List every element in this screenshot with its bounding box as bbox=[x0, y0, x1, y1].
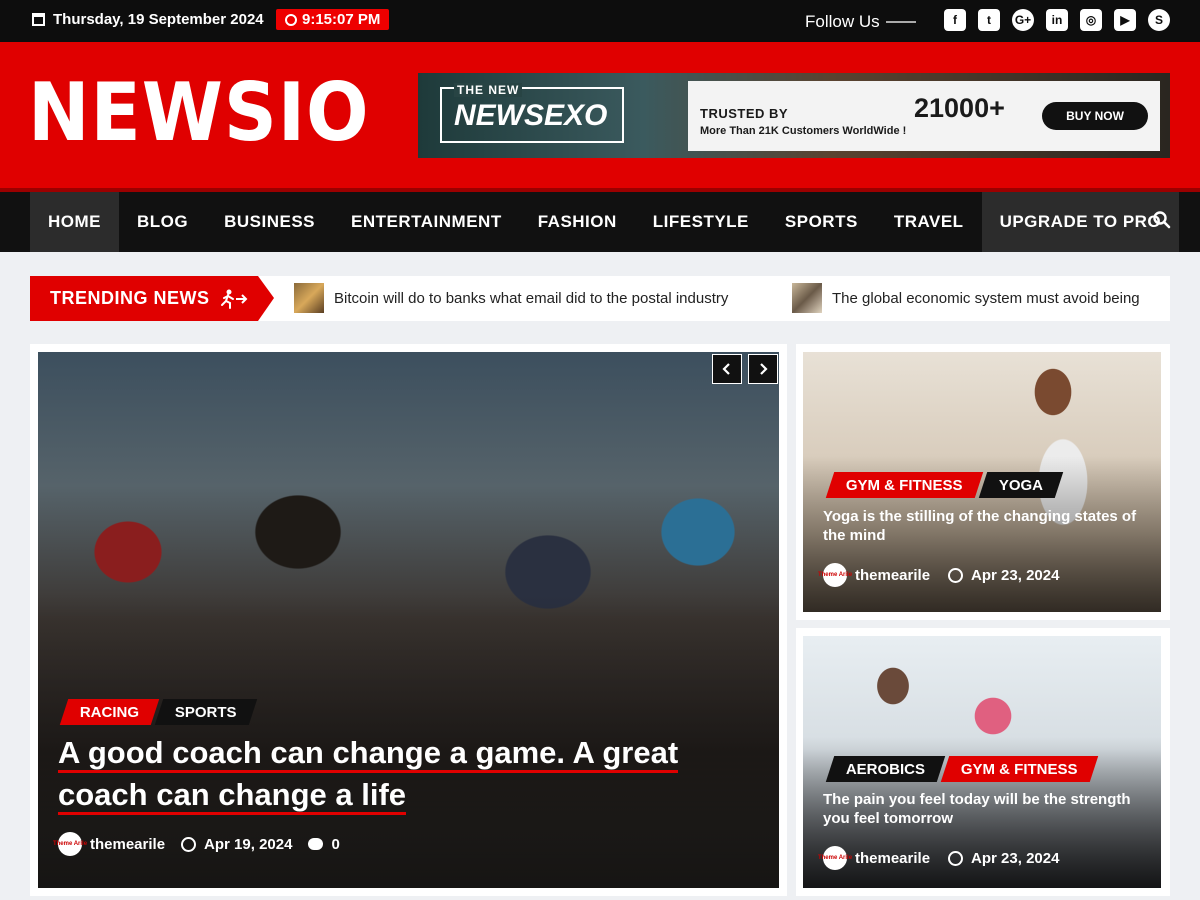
clock-icon bbox=[285, 13, 297, 26]
nav-item-upgrade-to-pro[interactable]: UPGRADE TO PRO bbox=[981, 192, 1180, 252]
trending-label: TRENDING NEWS bbox=[30, 276, 258, 321]
banner-offer-panel: TRUSTED BY More Than 21K Customers World… bbox=[688, 81, 1160, 151]
ad-banner[interactable]: THE NEW NEWSEXO TRUSTED BY More Than 21K… bbox=[418, 73, 1170, 158]
tag-yoga[interactable]: YOGA bbox=[978, 472, 1064, 498]
follow-us-label: Follow Us bbox=[805, 12, 880, 31]
featured-post-meta: Theme Arile themearile Apr 19, 2024 0 bbox=[53, 832, 340, 856]
side-post-tags: AEROBICS GYM & FITNESS bbox=[825, 756, 1099, 782]
youtube-icon[interactable]: ▶ bbox=[1114, 9, 1136, 31]
tag-sports[interactable]: SPORTS bbox=[154, 699, 258, 725]
trending-item-title: The global economic system must avoid be… bbox=[832, 289, 1140, 307]
tag-racing[interactable]: RACING bbox=[59, 699, 160, 725]
trending-item[interactable]: The global economic system must avoid be… bbox=[792, 283, 1140, 313]
avatar: Theme Arile bbox=[818, 563, 852, 587]
slider-prev-button[interactable] bbox=[712, 354, 742, 384]
post-comment-count[interactable]: 0 bbox=[331, 836, 339, 853]
side-post-meta: Theme Arile themearile Apr 23, 2024 bbox=[818, 563, 1060, 587]
comment-icon bbox=[308, 838, 324, 850]
twitter-icon[interactable]: t bbox=[978, 9, 1000, 31]
nav-item-business[interactable]: BUSINESS bbox=[206, 192, 333, 252]
skype-icon[interactable]: S bbox=[1148, 9, 1170, 31]
avatar: Theme Arile bbox=[818, 846, 852, 870]
trending-item-title: Bitcoin will do to banks what email did … bbox=[334, 289, 729, 307]
trending-thumbnail bbox=[792, 283, 822, 313]
post-author[interactable]: themearile bbox=[855, 850, 930, 867]
chevron-right-icon bbox=[760, 363, 768, 375]
trending-label-text: TRENDING NEWS bbox=[50, 288, 210, 308]
google-plus-icon[interactable]: G+ bbox=[1012, 9, 1034, 31]
nav-item-lifestyle[interactable]: LIFESTYLE bbox=[635, 192, 767, 252]
trending-label-arrow bbox=[258, 276, 274, 321]
linkedin-icon[interactable]: in bbox=[1046, 9, 1068, 31]
tag-aerobics[interactable]: AEROBICS bbox=[825, 756, 946, 782]
running-man-icon bbox=[220, 289, 247, 309]
time-text: 9:15:07 PM bbox=[302, 11, 381, 28]
banner-product-name: NEWSEXO bbox=[454, 99, 608, 132]
search-icon[interactable] bbox=[1152, 210, 1172, 230]
date-text: Thursday, 19 September 2024 bbox=[53, 11, 264, 28]
top-bar: Thursday, 19 September 2024 9:15:07 PM F… bbox=[0, 0, 1200, 42]
slider-controls bbox=[712, 354, 778, 384]
post-author[interactable]: themearile bbox=[855, 567, 930, 584]
post-date: Apr 23, 2024 bbox=[971, 566, 1060, 584]
nav-item-entertainment[interactable]: ENTERTAINMENT bbox=[333, 192, 520, 252]
nav-item-sports[interactable]: SPORTS bbox=[767, 192, 876, 252]
side-post-title[interactable]: Yoga is the stilling of the changing sta… bbox=[823, 507, 1143, 545]
tag-gym-fitness[interactable]: GYM & FITNESS bbox=[940, 756, 1099, 782]
side-post-title[interactable]: The pain you feel today will be the stre… bbox=[823, 790, 1143, 828]
nav-item-home[interactable]: HOME bbox=[30, 192, 119, 252]
chevron-left-icon bbox=[722, 363, 730, 375]
slider-next-button[interactable] bbox=[748, 354, 778, 384]
featured-post-title[interactable]: A good coach can change a game. A great … bbox=[58, 732, 758, 816]
post-date: Apr 23, 2024 bbox=[971, 849, 1060, 867]
clock-icon bbox=[948, 850, 964, 866]
calendar-icon bbox=[32, 13, 45, 26]
social-links: f t G+ in ◎ ▶ S bbox=[944, 9, 1170, 31]
trending-thumbnail bbox=[294, 283, 324, 313]
post-date: Apr 19, 2024 bbox=[204, 835, 293, 853]
side-post-meta: Theme Arile themearile Apr 23, 2024 bbox=[818, 846, 1060, 870]
post-author[interactable]: themearile bbox=[90, 836, 165, 853]
clock-icon bbox=[948, 567, 964, 583]
trending-bar: TRENDING NEWS Bitcoin will do to banks w… bbox=[30, 276, 1170, 321]
facebook-icon[interactable]: f bbox=[944, 9, 966, 31]
nav-item-blog[interactable]: BLOG bbox=[119, 192, 206, 252]
banner-trusted-sub: More Than 21K Customers WorldWide ! bbox=[700, 125, 907, 137]
nav-item-travel[interactable]: TRAVEL bbox=[876, 192, 982, 252]
side-post-tags: GYM & FITNESS YOGA bbox=[825, 472, 1064, 498]
banner-trusted-label: TRUSTED BY bbox=[700, 106, 789, 121]
buy-now-button[interactable]: BUY NOW bbox=[1042, 102, 1148, 130]
featured-post-tags: RACING SPORTS bbox=[59, 699, 258, 725]
clock-icon bbox=[181, 836, 197, 852]
follow-divider bbox=[886, 21, 916, 23]
instagram-icon[interactable]: ◎ bbox=[1080, 9, 1102, 31]
banner-customer-count: 21000+ bbox=[914, 93, 1005, 123]
banner-small-text: THE NEW bbox=[454, 83, 523, 97]
trending-item[interactable]: Bitcoin will do to banks what email did … bbox=[294, 283, 728, 313]
nav-item-fashion[interactable]: FASHION bbox=[520, 192, 635, 252]
site-logo[interactable]: NEWSIO bbox=[28, 70, 370, 156]
avatar: Theme Arile bbox=[53, 832, 87, 856]
current-date: Thursday, 19 September 2024 bbox=[32, 11, 264, 28]
current-time: 9:15:07 PM bbox=[276, 9, 390, 30]
main-nav: HOME BLOG BUSINESS ENTERTAINMENT FASHION… bbox=[0, 188, 1200, 252]
tag-gym-fitness[interactable]: GYM & FITNESS bbox=[825, 472, 983, 498]
